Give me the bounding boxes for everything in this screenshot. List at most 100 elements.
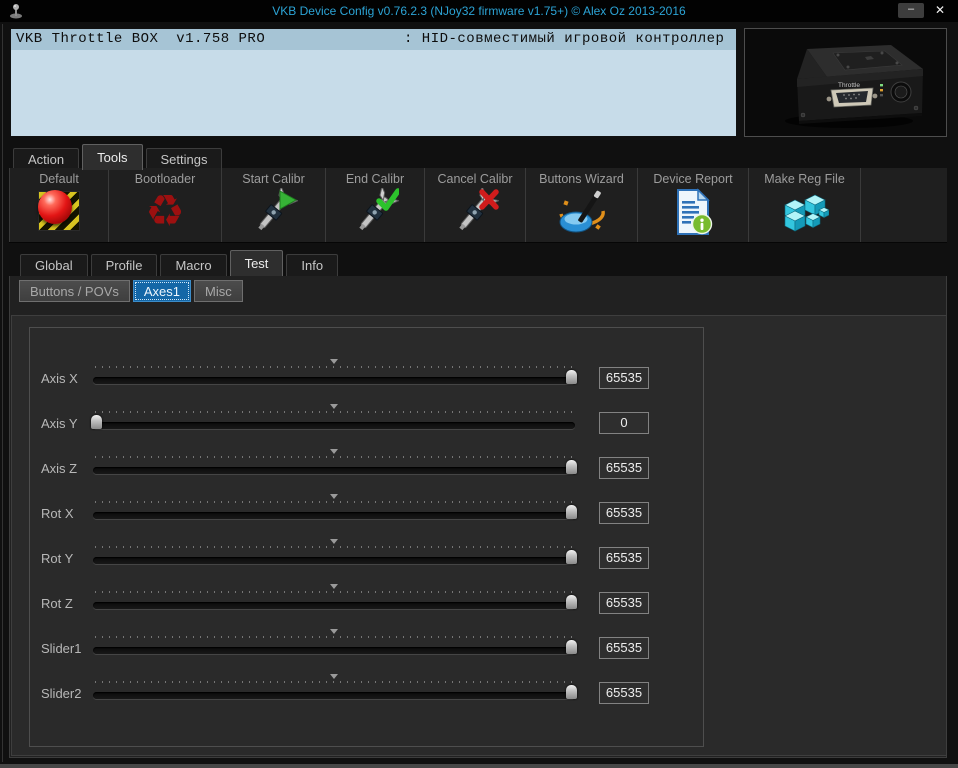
device-type-text: : HID-совместимый игровой контроллер	[404, 29, 724, 50]
axis-row: Axis Z 65535	[30, 448, 703, 493]
slider-center-marker-icon	[330, 629, 338, 634]
vkb-device-config-window: VKB Device Config v0.76.2.3 (NJoy32 firm…	[0, 0, 958, 768]
slider-ticks	[95, 636, 573, 638]
slider-track[interactable]	[93, 377, 575, 384]
sub-tab-misc[interactable]: Misc	[194, 280, 243, 302]
slider-thumb[interactable]	[91, 415, 102, 429]
axes-rows: Axis X 65535 Axis Y 0 Axis Z 6553	[30, 358, 703, 718]
default-icon	[35, 188, 83, 236]
main-tab-global[interactable]: Global	[20, 254, 88, 276]
test-page: Buttons / POVs Axes1 Misc Axis X 65535 A…	[9, 276, 947, 758]
start-calibr-icon	[250, 188, 298, 236]
axis-slider[interactable]	[93, 403, 575, 448]
axis-row: Rot Z 65535	[30, 583, 703, 628]
window-left-edge	[2, 24, 3, 762]
axis-row: Slider2 65535	[30, 673, 703, 718]
axis-label: Slider1	[41, 641, 81, 656]
axis-value: 65535	[599, 592, 649, 614]
axis-value: 0	[599, 412, 649, 434]
slider-track[interactable]	[93, 602, 575, 609]
cancel-calibr-button[interactable]: Cancel Calibr	[425, 168, 526, 242]
slider-center-marker-icon	[330, 494, 338, 499]
title-bar: VKB Device Config v0.76.2.3 (NJoy32 firm…	[0, 0, 958, 22]
device-name-text: VKB Throttle BOX v1.758 PRO	[16, 29, 265, 50]
slider-center-marker-icon	[330, 404, 338, 409]
sub-tab-buttons-povs[interactable]: Buttons / POVs	[19, 280, 130, 302]
slider-track[interactable]	[93, 692, 575, 699]
axis-label: Axis Z	[41, 461, 77, 476]
slider-center-marker-icon	[330, 539, 338, 544]
slider-ticks	[95, 366, 573, 368]
slider-ticks	[95, 501, 573, 503]
main-tab-macro[interactable]: Macro	[160, 254, 226, 276]
axis-row: Rot Y 65535	[30, 538, 703, 583]
axis-value: 65535	[599, 502, 649, 524]
slider-center-marker-icon	[330, 584, 338, 589]
minimize-button[interactable]: –	[898, 3, 924, 18]
end-calibr-button-label: End Calibr	[346, 172, 404, 186]
sub-tab-axes1[interactable]: Axes1	[133, 280, 191, 302]
axis-label: Rot X	[41, 506, 74, 521]
device-photo: Throttle	[745, 29, 946, 136]
start-calibr-button[interactable]: Start Calibr	[222, 168, 326, 242]
make-reg-file-button-label: Make Reg File	[764, 172, 845, 186]
menu-tab-action[interactable]: Action	[13, 148, 79, 170]
buttons-wizard-button[interactable]: Buttons Wizard	[526, 168, 638, 242]
end-calibr-button[interactable]: End Calibr	[326, 168, 425, 242]
buttons-wizard-icon	[558, 188, 606, 236]
slider-thumb[interactable]	[566, 550, 577, 564]
device-report-button-label: Device Report	[653, 172, 732, 186]
bootloader-button[interactable]: Bootloader ♻	[109, 168, 222, 242]
axis-value: 65535	[599, 637, 649, 659]
axis-slider[interactable]	[93, 358, 575, 403]
slider-track[interactable]	[93, 512, 575, 519]
make-reg-file-button[interactable]: Make Reg File	[749, 168, 861, 242]
slider-thumb[interactable]	[566, 640, 577, 654]
slider-thumb[interactable]	[566, 595, 577, 609]
axis-slider[interactable]	[93, 628, 575, 673]
axis-row: Slider1 65535	[30, 628, 703, 673]
slider-thumb[interactable]	[566, 505, 577, 519]
axis-value: 65535	[599, 367, 649, 389]
axis-label: Rot Z	[41, 596, 73, 611]
menu-tab-tools[interactable]: Tools	[82, 144, 142, 170]
slider-track[interactable]	[93, 422, 575, 429]
axis-slider[interactable]	[93, 493, 575, 538]
slider-track[interactable]	[93, 647, 575, 654]
default-button-label: Default	[39, 172, 79, 186]
axis-slider[interactable]	[93, 538, 575, 583]
device-info-row: VKB Throttle BOX v1.758 PRO : HID-совмес…	[11, 29, 736, 50]
axis-slider[interactable]	[93, 673, 575, 718]
slider-thumb[interactable]	[566, 685, 577, 699]
slider-center-marker-icon	[330, 449, 338, 454]
close-button[interactable]: ✕	[929, 2, 951, 19]
device-photo-label: Throttle	[838, 82, 860, 89]
end-calibr-icon	[351, 188, 399, 236]
toolbar-spacer	[861, 168, 947, 242]
axis-value: 65535	[599, 457, 649, 479]
cancel-calibr-button-label: Cancel Calibr	[437, 172, 512, 186]
slider-thumb[interactable]	[566, 370, 577, 384]
main-tab-info[interactable]: Info	[286, 254, 338, 276]
axis-row: Rot X 65535	[30, 493, 703, 538]
axes-test-page: Axis X 65535 Axis Y 0 Axis Z 6553	[11, 315, 947, 756]
axis-row: Axis Y 0	[30, 403, 703, 448]
device-report-button[interactable]: Device Report	[638, 168, 749, 242]
default-button[interactable]: Default	[9, 168, 109, 242]
main-tab-profile[interactable]: Profile	[91, 254, 158, 276]
toolbar: Default Bootloader ♻ Start Calibr	[9, 168, 947, 243]
main-tab-test[interactable]: Test	[230, 250, 284, 276]
menu-tab-settings[interactable]: Settings	[146, 148, 223, 170]
window-title: VKB Device Config v0.76.2.3 (NJoy32 firm…	[0, 4, 958, 18]
axis-value: 65535	[599, 682, 649, 704]
slider-track[interactable]	[93, 557, 575, 564]
axis-slider[interactable]	[93, 448, 575, 493]
slider-ticks	[95, 591, 573, 593]
slider-track[interactable]	[93, 467, 575, 474]
axis-label: Slider2	[41, 686, 81, 701]
buttons-wizard-button-label: Buttons Wizard	[539, 172, 624, 186]
window-bottom-edge	[0, 764, 958, 768]
axis-slider[interactable]	[93, 583, 575, 628]
axis-label: Rot Y	[41, 551, 73, 566]
slider-thumb[interactable]	[566, 460, 577, 474]
